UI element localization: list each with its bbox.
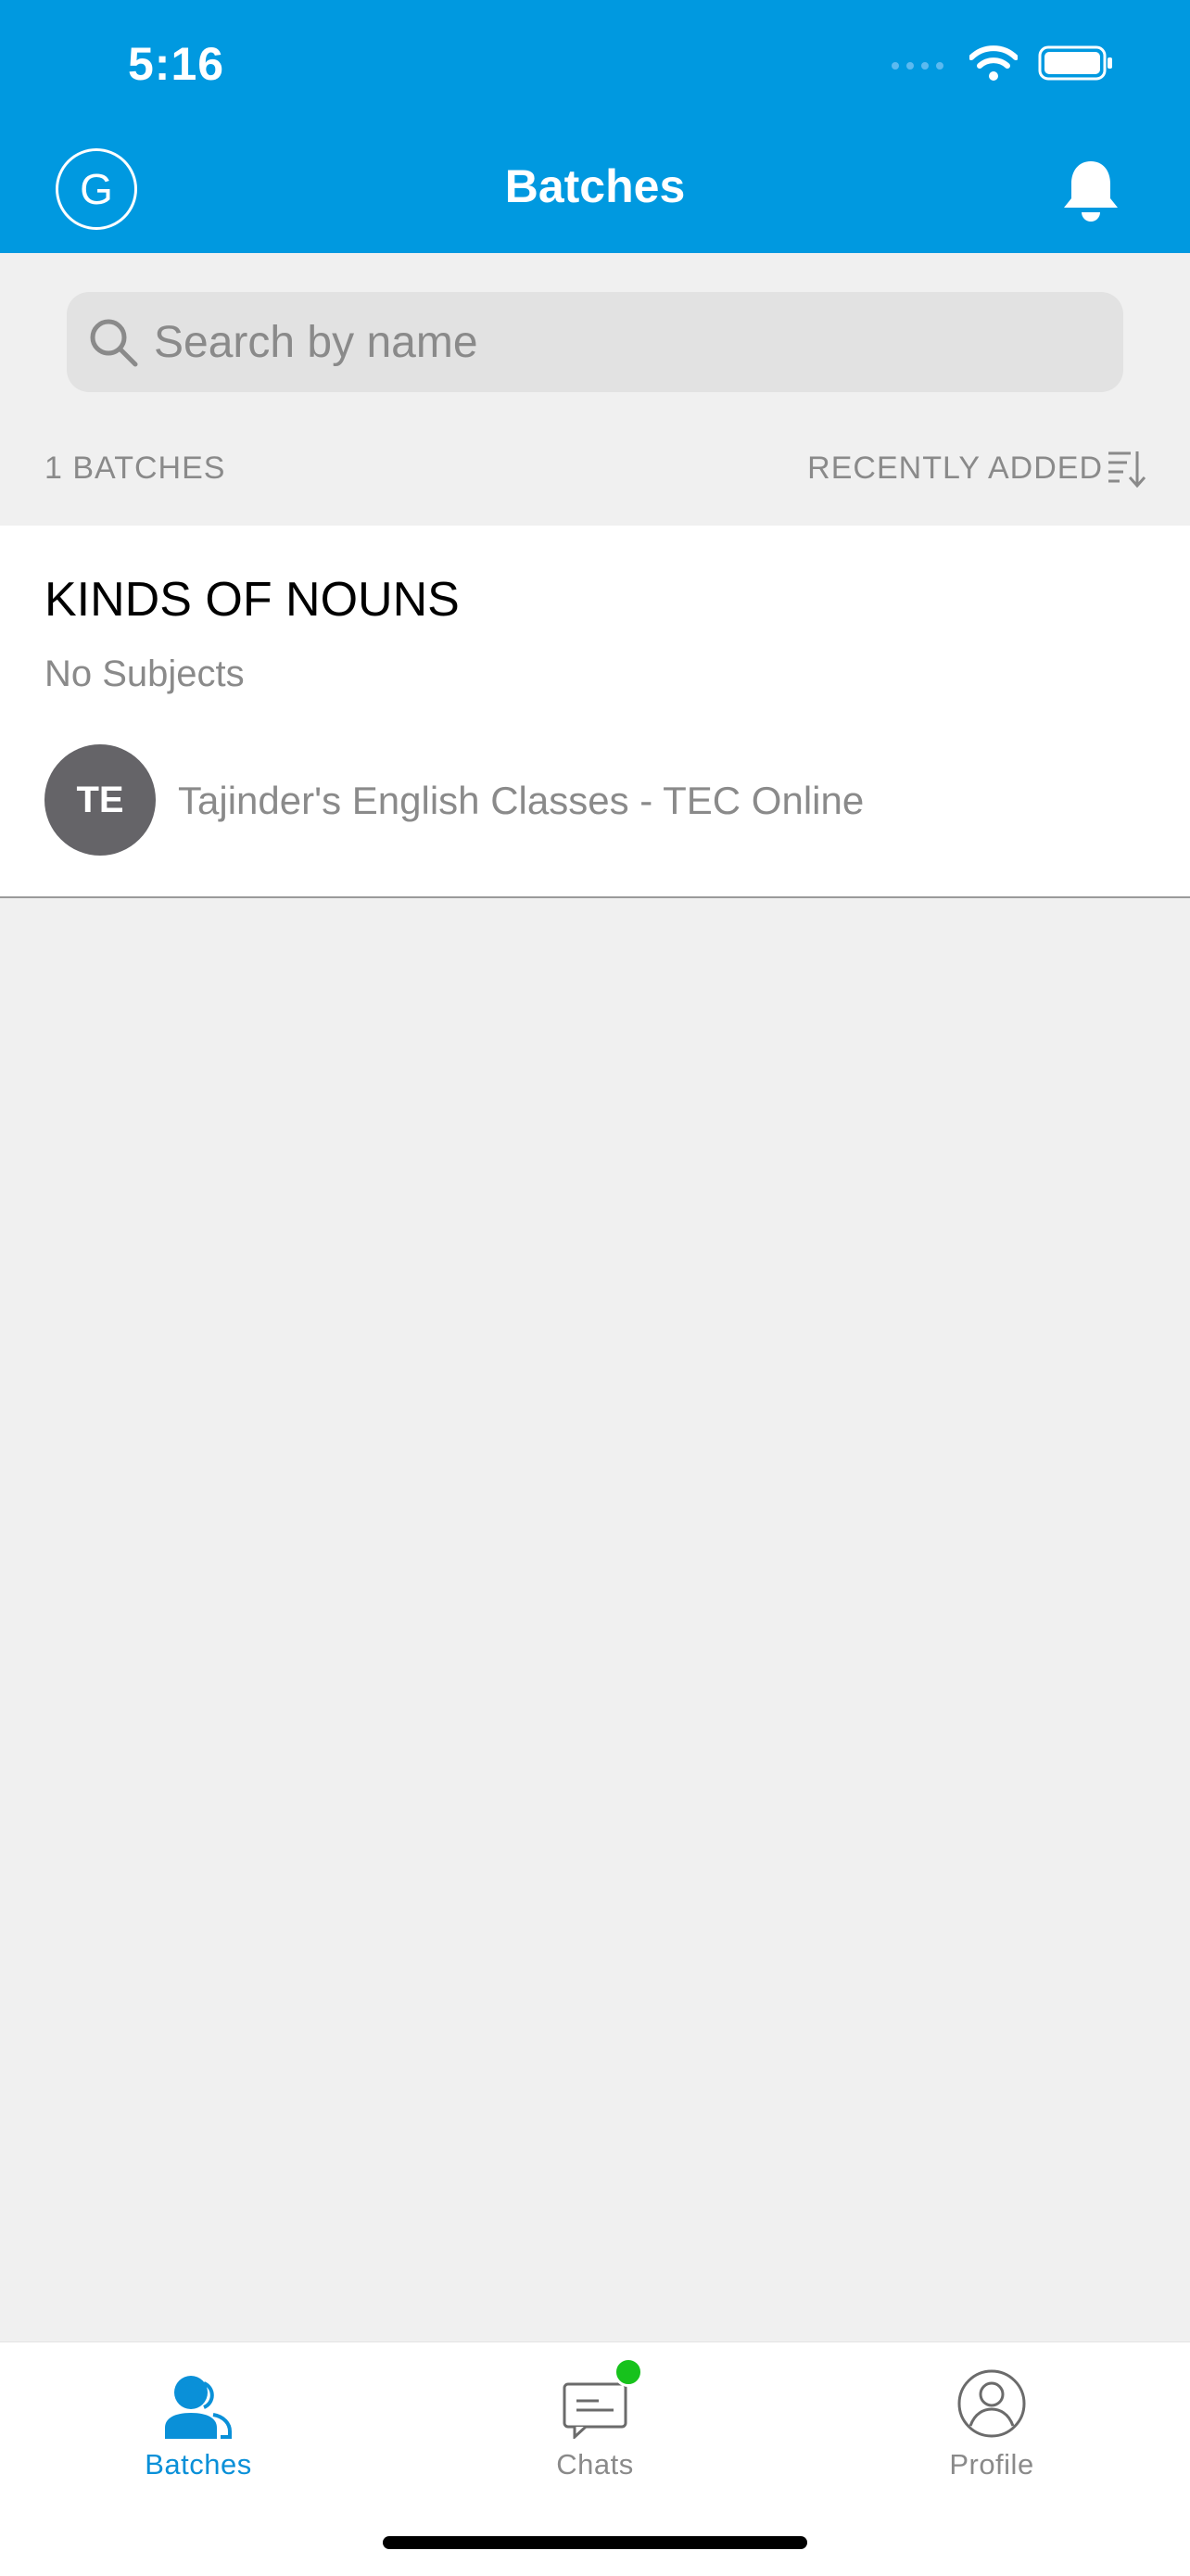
tab-chats[interactable]: Chats (397, 2342, 793, 2528)
unread-badge (614, 2357, 643, 2387)
tab-label: Chats (556, 2448, 634, 2481)
chat-icon (563, 2382, 627, 2439)
org-avatar: TE (44, 744, 156, 856)
page-title: Batches (504, 160, 686, 212)
sort-icon (1108, 451, 1146, 489)
org-name: Tajinder's English Classes - TEC Online (178, 779, 865, 822)
batch-count: 1 BATCHES (44, 450, 226, 486)
list-meta-row: 1 BATCHES RECENTLY ADDED (44, 448, 1146, 489)
profile-icon (957, 2369, 1026, 2438)
tab-batches[interactable]: Batches (0, 2342, 397, 2528)
cellular-signal-icon (892, 62, 943, 70)
wifi-icon (969, 45, 1018, 81)
sort-button[interactable]: RECENTLY ADDED (807, 448, 1146, 489)
batch-subtitle: No Subjects (44, 654, 245, 694)
batch-card[interactable]: KINDS OF NOUNS No Subjects TE Tajinder's… (0, 526, 1190, 898)
notifications-bell-icon[interactable] (1058, 158, 1123, 229)
batches-icon (165, 2376, 232, 2439)
home-indicator (383, 2536, 807, 2549)
tab-profile[interactable]: Profile (793, 2342, 1190, 2528)
search-icon (90, 319, 138, 367)
batch-title: KINDS OF NOUNS (44, 573, 460, 627)
tab-label: Profile (949, 2448, 1034, 2481)
status-icons (890, 44, 1114, 82)
search-input[interactable] (152, 315, 1082, 369)
sort-label: RECENTLY ADDED (807, 450, 1103, 486)
search-bar[interactable] (67, 292, 1123, 392)
tab-label: Batches (145, 2448, 252, 2481)
status-time: 5:16 (128, 38, 225, 90)
battery-icon (1038, 45, 1112, 81)
top-app-bar: 5:16 G Batches (0, 0, 1190, 253)
